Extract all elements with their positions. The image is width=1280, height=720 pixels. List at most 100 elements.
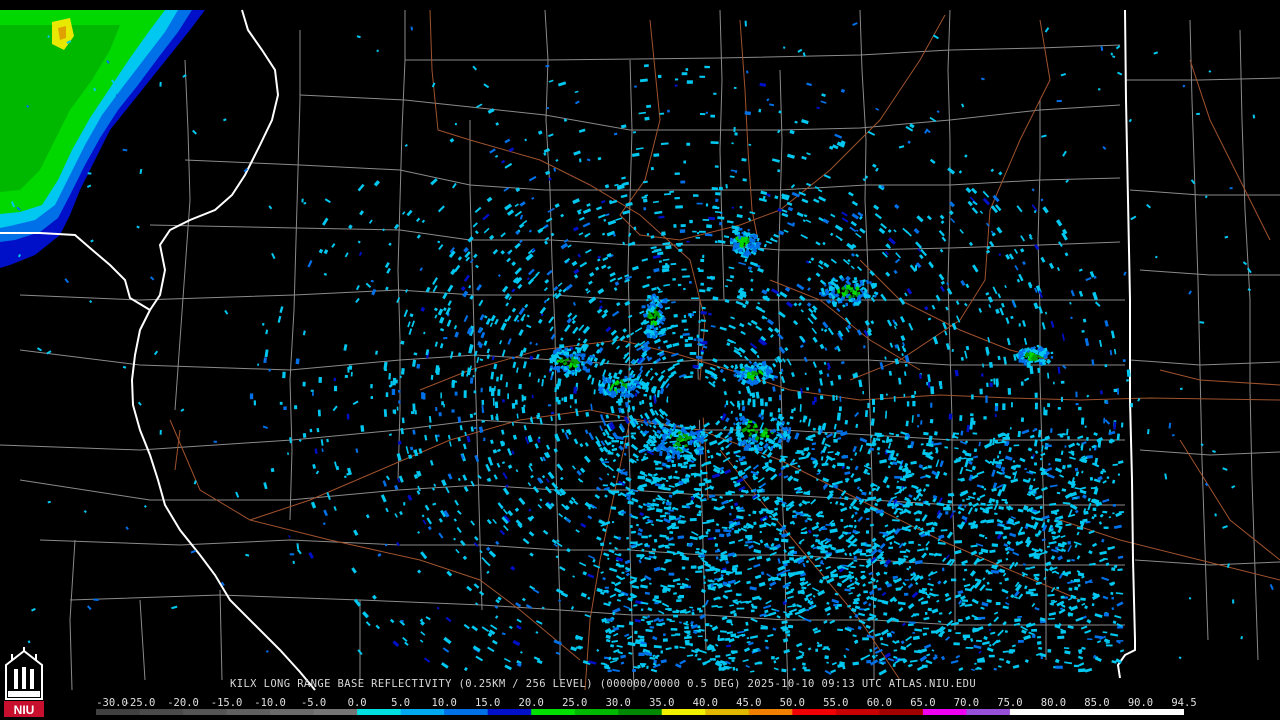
echo-pixel <box>1025 591 1034 595</box>
echo-pixel <box>611 521 615 524</box>
echo-pixel <box>257 363 260 366</box>
echo-pixel <box>606 618 614 621</box>
echo-pixel <box>714 165 719 168</box>
echo-pixel <box>454 391 458 396</box>
echo-pixel <box>907 505 910 508</box>
echo-pixel <box>995 378 999 386</box>
echo-pixel <box>656 434 659 439</box>
echo-pixel <box>1059 433 1063 437</box>
echo-pixel <box>396 406 399 411</box>
echo-pixel <box>725 400 729 406</box>
echo-pixel <box>788 427 792 433</box>
echo-pixel <box>715 192 721 196</box>
echo-pixel <box>481 399 485 405</box>
echo-pixel <box>741 400 745 406</box>
echo-pixel <box>494 401 499 409</box>
echo-pixel <box>664 512 668 515</box>
echo-pixel <box>760 626 768 630</box>
echo-pixel <box>687 336 693 341</box>
echo-pixel <box>655 467 663 470</box>
echo-pixel <box>732 666 736 671</box>
echo-pixel <box>376 49 379 52</box>
echo-pixel <box>778 440 782 444</box>
echo-pixel <box>344 374 349 378</box>
echo-pixel <box>451 409 455 413</box>
echo-pixel <box>695 236 701 239</box>
echo-pixel <box>704 233 713 237</box>
echo-pixel <box>649 395 652 400</box>
echo-pixel <box>699 289 706 293</box>
echo-pixel <box>904 592 909 596</box>
echo-pixel <box>671 463 676 468</box>
echo-pixel <box>989 382 993 388</box>
echo-pixel <box>686 142 691 146</box>
echo-pixel <box>723 571 731 574</box>
echo-pixel <box>811 447 815 450</box>
echo-pixel <box>1104 364 1108 368</box>
echo-pixel <box>691 496 695 500</box>
echo-pixel <box>990 379 993 382</box>
echo-pixel <box>1229 187 1233 190</box>
echo-pixel <box>781 538 789 543</box>
echo-pixel <box>1097 88 1101 91</box>
echo-pixel <box>1055 665 1063 669</box>
echo-pixel <box>1002 403 1006 410</box>
echo-pixel <box>416 363 421 369</box>
echo-pixel <box>651 325 655 329</box>
echo-pixel <box>279 401 283 405</box>
echo-pixel <box>581 357 585 360</box>
echo-pixel <box>830 573 839 578</box>
echo-pixel <box>714 543 719 547</box>
echo-pixel <box>671 634 676 637</box>
echo-pixel <box>820 395 824 400</box>
echo-pixel <box>681 72 688 76</box>
echo-pixel <box>840 519 844 522</box>
echo-pixel <box>703 497 707 501</box>
echo-pixel <box>700 432 706 436</box>
echo-pixel <box>924 531 930 536</box>
echo-pixel <box>750 428 755 432</box>
echo-pixel <box>706 288 711 292</box>
echo-pixel <box>908 541 914 544</box>
echo-pixel <box>711 657 717 661</box>
echo-pixel <box>682 275 690 278</box>
echo-pixel <box>640 608 644 611</box>
echo-pixel <box>627 400 631 403</box>
echo-pixel <box>675 633 681 636</box>
echo-pixel <box>557 369 560 373</box>
echo-pixel <box>557 399 561 405</box>
echo-pixel <box>700 282 704 286</box>
echo-pixel <box>863 345 866 349</box>
echo-pixel <box>1007 388 1012 395</box>
echo-pixel <box>689 464 696 468</box>
echo-pixel <box>986 382 989 388</box>
echo-pixel <box>692 194 699 197</box>
echo-pixel <box>654 602 659 605</box>
echo-pixel <box>554 387 557 393</box>
echo-pixel <box>1025 567 1031 570</box>
echo-pixel <box>370 396 374 399</box>
echo-pixel <box>719 221 723 226</box>
echo-pixel <box>705 111 709 114</box>
echo-pixel <box>968 522 974 526</box>
echo-pixel <box>719 533 725 538</box>
echo-pixel <box>159 429 162 435</box>
echo-pixel <box>713 92 717 95</box>
echo-pixel <box>747 420 753 424</box>
echo-pixel <box>854 530 858 533</box>
echo-pixel <box>692 311 697 314</box>
echo-pixel <box>1068 587 1073 591</box>
echo-pixel <box>744 544 749 547</box>
echo-pixel <box>673 444 676 447</box>
echo-pixel <box>710 141 719 145</box>
echo-pixel <box>684 338 689 343</box>
echo-pixel <box>955 632 961 635</box>
echo-pixel <box>1020 417 1024 422</box>
echo-pixel <box>492 397 495 406</box>
echo-pixel <box>809 555 814 559</box>
echo-pixel <box>756 489 763 493</box>
echo-pixel <box>634 630 638 635</box>
echo-pixel <box>979 388 983 395</box>
echo-pixel <box>495 416 499 421</box>
echo-pixel <box>970 413 974 417</box>
